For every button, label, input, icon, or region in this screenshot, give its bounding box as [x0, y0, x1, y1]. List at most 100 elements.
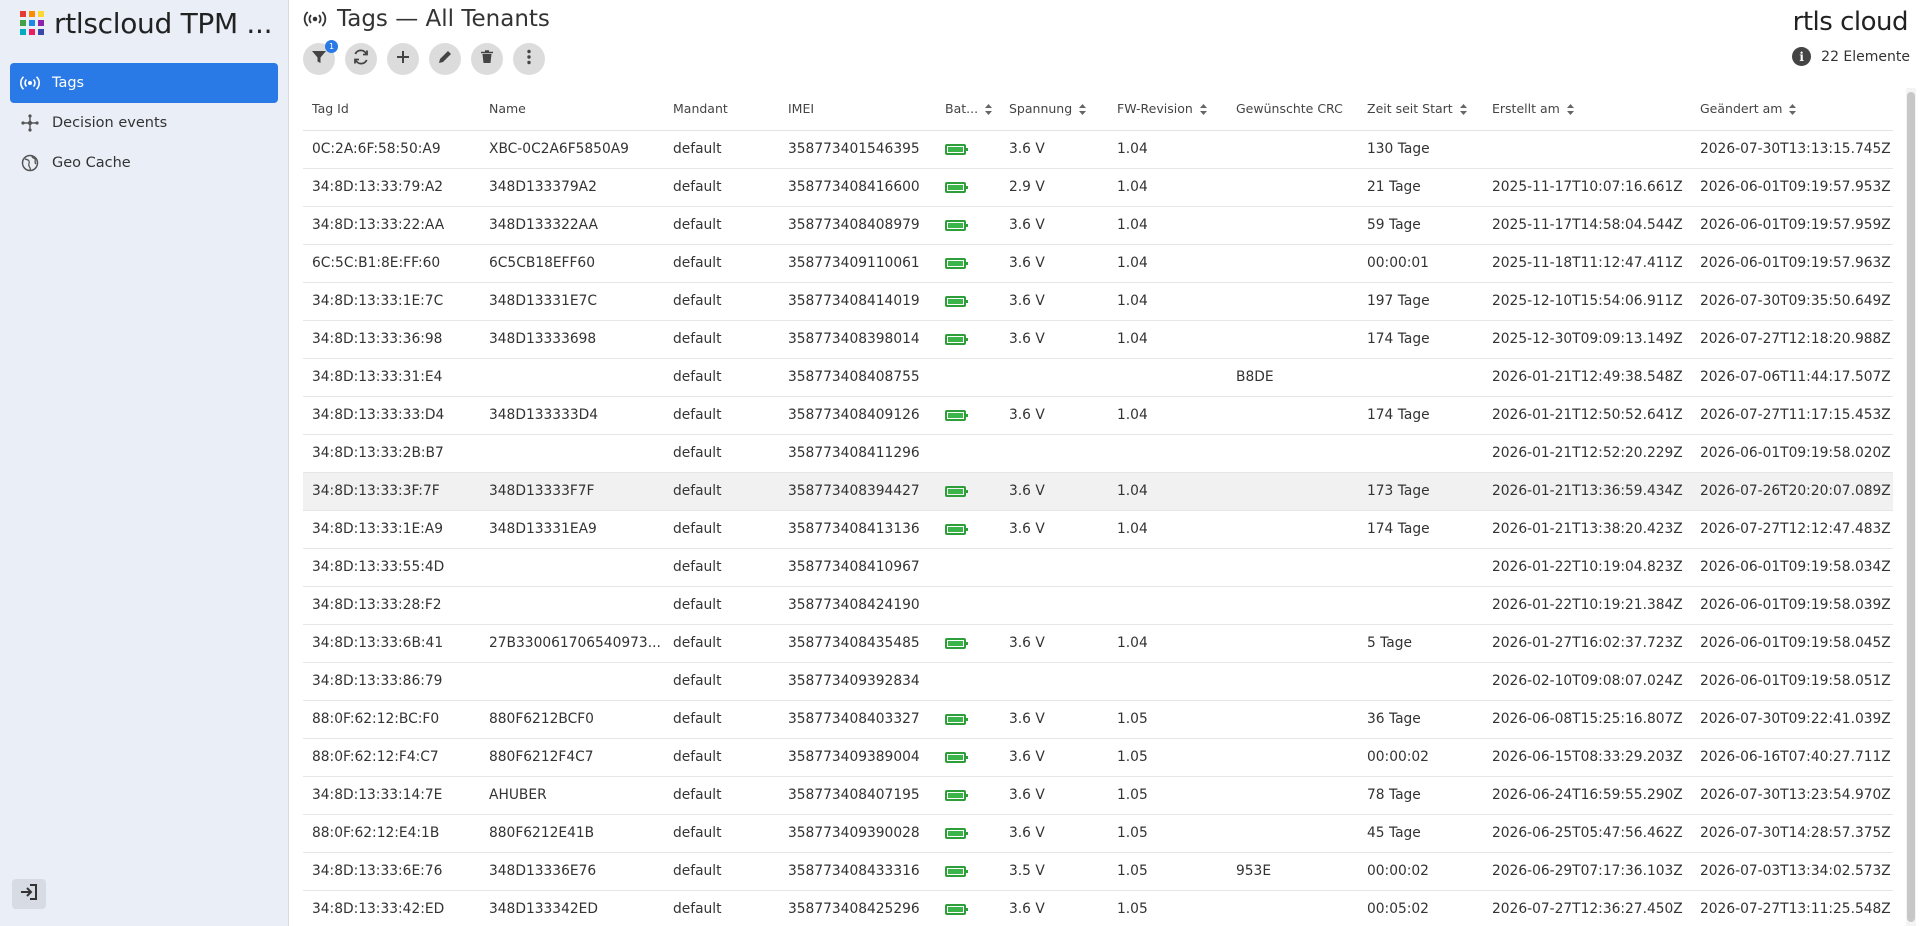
cell-crc [1227, 130, 1358, 169]
edit-button[interactable] [429, 43, 461, 75]
table-row[interactable]: 6C:5C:B1:8E:FF:60 6C5CB18EFF60 default 3587… [303, 244, 1893, 283]
cell-name: 880F6212E41B [480, 814, 664, 853]
cell-imei: 358773408410967 [779, 548, 936, 587]
info-icon[interactable]: i [1792, 47, 1812, 66]
column-header-mandant[interactable]: Mandant [664, 88, 779, 131]
column-header-erstellt-am[interactable]: Erstellt am [1483, 88, 1691, 131]
refresh-button[interactable] [345, 43, 377, 75]
column-header-spannung[interactable]: Spannung [1000, 88, 1108, 131]
cell-name: 348D13331E7C [480, 282, 664, 321]
cell-zeit: 00:00:01 [1358, 244, 1483, 283]
table-row[interactable]: 34:8D:13:33:2B:B7 default 358773408411296 2… [303, 434, 1893, 473]
cell-tag-id: 34:8D:13:33:42:ED [303, 890, 480, 926]
table-row[interactable]: 34:8D:13:33:1E:A9 348D13331EA9 default 3587… [303, 510, 1893, 549]
column-header-zeit-seit-start[interactable]: Zeit seit Start [1358, 88, 1483, 131]
cell-name: 880F6212BCF0 [480, 700, 664, 739]
sort-icon[interactable] [1789, 104, 1797, 116]
sort-icon[interactable] [1079, 104, 1087, 116]
table-row[interactable]: 34:8D:13:33:14:7E AHUBER default 3587734084… [303, 776, 1893, 815]
table-row[interactable]: 34:8D:13:33:28:F2 default 358773408424190 2… [303, 586, 1893, 625]
column-header-battery[interactable]: Bat... [936, 88, 1000, 131]
cell-spannung: 3.6 V [1000, 776, 1108, 815]
table-row[interactable]: 34:8D:13:33:55:4D default 358773408410967 2… [303, 548, 1893, 587]
cell-tag-id: 34:8D:13:33:1E:7C [303, 282, 480, 321]
table-row[interactable]: 88:0F:62:12:BC:F0 880F6212BCF0 default 3587… [303, 700, 1893, 739]
cell-zeit: 197 Tage [1358, 282, 1483, 321]
table-row[interactable]: 34:8D:13:33:79:A2 348D133379A2 default 3587… [303, 168, 1893, 207]
scrollbar-thumb[interactable] [1907, 92, 1915, 922]
cell-crc: B8DE [1227, 358, 1358, 397]
add-button[interactable] [387, 43, 419, 75]
cell-tag-id: 34:8D:13:33:3F:7F [303, 472, 480, 511]
sort-icon[interactable] [1459, 104, 1467, 116]
cell-imei: 358773408408755 [779, 358, 936, 397]
cell-fw: 1.05 [1108, 738, 1227, 777]
cell-name: 348D13331EA9 [480, 510, 664, 549]
table-header-row: Tag Id Name Mandant IMEI Bat... Spannung… [303, 88, 1893, 131]
battery-full-icon [945, 219, 968, 231]
table-row[interactable]: 34:8D:13:33:6B:41 27B330061706540973... de… [303, 624, 1893, 663]
cell-spannung: 3.6 V [1000, 396, 1108, 435]
table-row[interactable]: 34:8D:13:33:36:98 348D13333698 default 3587… [303, 320, 1893, 359]
table-row[interactable]: 34:8D:13:33:86:79 default 358773409392834 2… [303, 662, 1893, 701]
sidebar-item-decision-events[interactable]: Decision events [10, 103, 278, 143]
table-row[interactable]: 34:8D:13:33:6E:76 348D13336E76 default 3587… [303, 852, 1893, 891]
sidebar-item-tags[interactable]: Tags [10, 63, 278, 103]
cell-spannung: 3.6 V [1000, 624, 1108, 663]
cell-spannung: 3.6 V [1000, 320, 1108, 359]
table-row[interactable]: 34:8D:13:33:31:E4 default 358773408408755 B… [303, 358, 1893, 397]
cell-imei: 358773408403327 [779, 700, 936, 739]
page-title: Tags — All Tenants [337, 6, 550, 32]
cell-crc [1227, 586, 1358, 625]
sort-icon[interactable] [1566, 104, 1574, 116]
column-header-imei[interactable]: IMEI [779, 88, 936, 131]
column-header-crc[interactable]: Gewünschte CRC [1227, 88, 1358, 131]
cell-spannung: 3.6 V [1000, 472, 1108, 511]
table-row[interactable]: 0C:2A:6F:58:50:A9 XBC-0C2A6F5850A9 default… [303, 130, 1893, 169]
cell-fw: 1.04 [1108, 168, 1227, 207]
cell-erstellt: 2026-01-22T10:19:21.384Z [1483, 586, 1691, 625]
sort-icon[interactable] [1199, 104, 1207, 116]
sort-icon[interactable] [985, 104, 993, 116]
table-row[interactable]: 34:8D:13:33:22:AA 348D133322AA default 3587… [303, 206, 1893, 245]
table-row[interactable]: 34:8D:13:33:3F:7F 348D13333F7F default 3587… [303, 472, 1893, 511]
cell-spannung: 3.6 V [1000, 510, 1108, 549]
table-row[interactable]: 34:8D:13:33:1E:7C 348D13331E7C default 3587… [303, 282, 1893, 321]
column-header-tag-id[interactable]: Tag Id [303, 88, 480, 131]
sidebar-item-geo-cache[interactable]: Geo Cache [10, 143, 278, 183]
delete-button[interactable] [471, 43, 503, 75]
cell-spannung: 3.6 V [1000, 206, 1108, 245]
column-header-geaendert-am[interactable]: Geändert am [1691, 88, 1893, 131]
cell-zeit: 5 Tage [1358, 624, 1483, 663]
column-header-fw-revision[interactable]: FW-Revision [1108, 88, 1227, 131]
table-scrollbar[interactable] [1906, 88, 1916, 926]
logout-button[interactable] [12, 879, 46, 909]
table-row[interactable]: 88:0F:62:12:E4:1B 880F6212E41B default 3587… [303, 814, 1893, 853]
cell-crc [1227, 510, 1358, 549]
cell-zeit: 36 Tage [1358, 700, 1483, 739]
sidebar-nav: Tags Decision events Geo Cache [10, 63, 278, 183]
page-header: Tags — All Tenants [303, 4, 550, 34]
cell-spannung: 3.6 V [1000, 700, 1108, 739]
cell-fw: 1.04 [1108, 624, 1227, 663]
column-header-name[interactable]: Name [480, 88, 664, 131]
sidebar-item-label: Decision events [52, 115, 168, 131]
cell-erstellt: 2026-01-22T10:19:04.823Z [1483, 548, 1691, 587]
cell-mandant: default [664, 662, 779, 701]
battery-cell [936, 624, 1000, 663]
table-row[interactable]: 88:0F:62:12:F4:C7 880F6212F4C7 default 3587… [303, 738, 1893, 777]
cell-spannung: 3.6 V [1000, 130, 1108, 169]
cell-crc [1227, 206, 1358, 245]
cell-zeit [1358, 662, 1483, 701]
more-button[interactable] [513, 43, 545, 75]
table-row[interactable]: 34:8D:13:33:33:D4 348D133333D4 default 3587… [303, 396, 1893, 435]
cell-name [480, 586, 664, 625]
cell-geaendert: 2026-07-06T11:44:17.507Z [1691, 358, 1893, 397]
toolbar: 1 [303, 40, 555, 75]
cell-spannung [1000, 662, 1108, 701]
column-header-label: Zeit seit Start [1367, 101, 1453, 117]
battery-full-icon [945, 143, 968, 155]
table-row[interactable]: 34:8D:13:33:42:ED 348D133342ED default 3587… [303, 890, 1893, 926]
filter-button[interactable]: 1 [303, 40, 338, 75]
cell-erstellt: 2026-01-21T13:36:59.434Z [1483, 472, 1691, 511]
